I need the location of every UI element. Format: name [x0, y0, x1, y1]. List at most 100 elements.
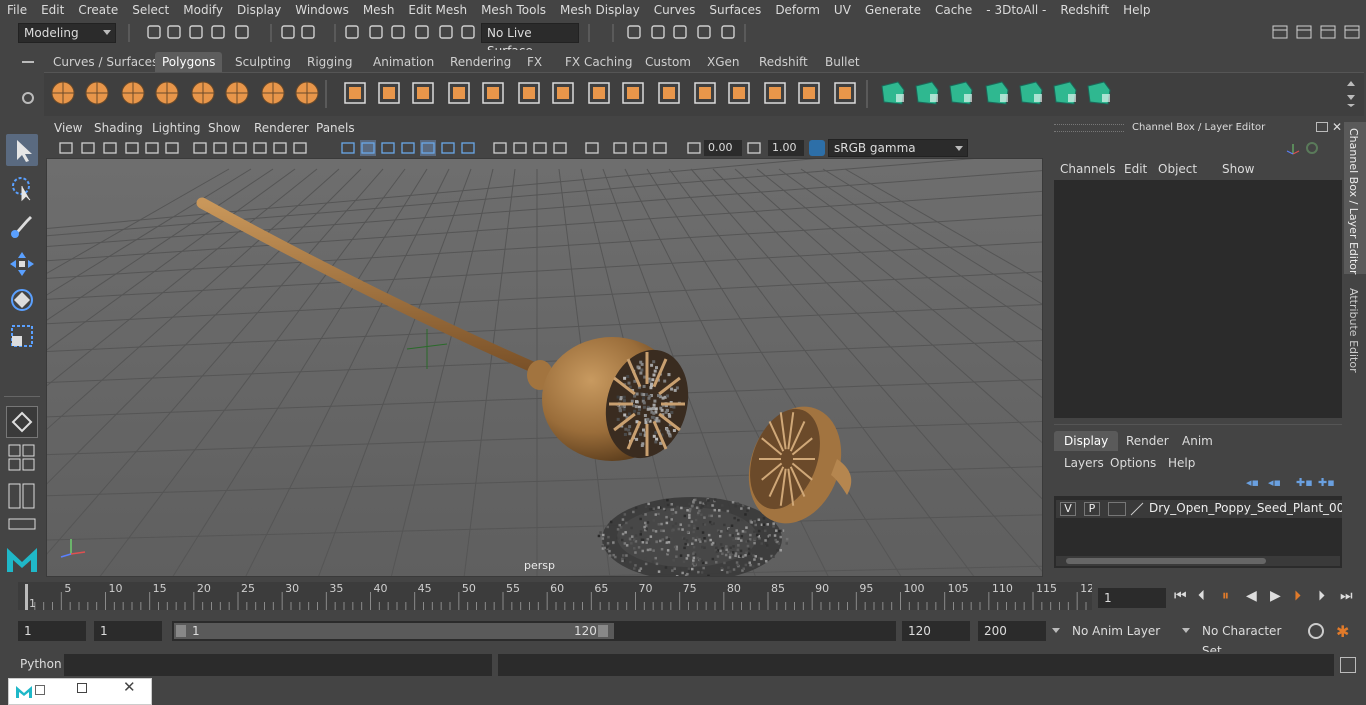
grid-icon[interactable]: [192, 140, 208, 156]
menu-item[interactable]: Redshift: [1053, 0, 1116, 20]
menu-item[interactable]: Display: [230, 0, 288, 20]
redo-icon[interactable]: [234, 24, 250, 40]
shelf-tab[interactable]: Rendering: [443, 52, 518, 72]
bookmark-icon[interactable]: [102, 140, 118, 156]
exposure-field[interactable]: 0.00: [704, 140, 742, 156]
layout-pane-icon[interactable]: [8, 518, 36, 530]
range-slider-left-grip[interactable]: [176, 625, 186, 637]
mode-dropdown[interactable]: Modeling: [18, 23, 116, 43]
render-settings-icon[interactable]: [696, 24, 712, 40]
menu-item[interactable]: Cache: [928, 0, 979, 20]
panel-grip[interactable]: [1054, 124, 1124, 132]
side-pane-icon[interactable]: [8, 482, 36, 510]
target-weld-icon[interactable]: [618, 78, 648, 108]
character-set-dropdown[interactable]: No Character Set: [1196, 621, 1300, 658]
viewport-menu-item[interactable]: Lighting: [152, 121, 201, 135]
hypershade-icon[interactable]: [720, 24, 736, 40]
gate-mask-icon[interactable]: [252, 140, 268, 156]
menu-item[interactable]: Mesh Tools: [474, 0, 553, 20]
poly-sphere-icon[interactable]: [48, 78, 78, 108]
move-layer-up-icon[interactable]: ◂▪: [1246, 476, 1259, 489]
workspace-icon[interactable]: [1272, 24, 1288, 40]
uv-spherical-icon[interactable]: [1016, 78, 1046, 108]
snap-point-icon[interactable]: [390, 24, 406, 40]
smooth-icon[interactable]: [444, 78, 474, 108]
anim-layer-dropdown[interactable]: No Anim Layer: [1066, 621, 1176, 641]
channel-box-layout-icon[interactable]: [1320, 24, 1336, 40]
poly-cube-icon[interactable]: [82, 78, 112, 108]
extrude-icon[interactable]: [514, 78, 544, 108]
layer-menu-item[interactable]: Layers: [1064, 456, 1104, 470]
shelf-tab[interactable]: Bullet: [818, 52, 867, 72]
step-back-frame-icon[interactable]: ⏸: [1222, 588, 1229, 604]
live-surface-field[interactable]: No Live Surface: [481, 23, 579, 58]
camera-attributes-icon[interactable]: [80, 140, 96, 156]
menu-item[interactable]: Create: [71, 0, 125, 20]
layer-tab[interactable]: Render: [1116, 431, 1179, 451]
rotate-tool-icon[interactable]: [6, 284, 38, 316]
menu-item[interactable]: Curves: [647, 0, 703, 20]
shelf-tab[interactable]: Rigging: [300, 52, 359, 72]
wireframe-on-shaded-icon[interactable]: [400, 140, 416, 156]
play-backwards-icon[interactable]: ◀: [1246, 588, 1257, 604]
menu-item[interactable]: Modify: [176, 0, 230, 20]
layer-tab[interactable]: Display: [1054, 431, 1119, 451]
menu-item[interactable]: Windows: [288, 0, 356, 20]
menu-item[interactable]: Mesh: [356, 0, 402, 20]
depth-of-field-icon[interactable]: [552, 140, 568, 156]
xray-icon[interactable]: [612, 140, 628, 156]
undo-icon[interactable]: [210, 24, 226, 40]
attribute-layout-icon[interactable]: [1344, 24, 1360, 40]
shelf-scroll-arrows[interactable]: [1344, 78, 1358, 108]
film-gate-icon[interactable]: [212, 140, 228, 156]
ipr-icon[interactable]: [672, 24, 688, 40]
menu-item[interactable]: Edit: [34, 0, 71, 20]
close-panel-icon[interactable]: ✕: [1332, 120, 1342, 134]
separate-icon[interactable]: [374, 78, 404, 108]
shelf-tab[interactable]: Animation: [366, 52, 441, 72]
side-tab-channel-box[interactable]: Channel Box / Layer Editor: [1344, 122, 1366, 275]
resolution-gate-icon[interactable]: [232, 140, 248, 156]
layer-scroll-thumb[interactable]: [1066, 558, 1266, 564]
restore-window-icon[interactable]: [35, 685, 45, 695]
poly-cone-icon[interactable]: [152, 78, 182, 108]
new-layer-icon[interactable]: ✚▪: [1296, 476, 1313, 489]
float-panel-icon[interactable]: [1316, 122, 1328, 132]
poly-torus-icon[interactable]: [222, 78, 252, 108]
go-to-end-icon[interactable]: ⏭: [1340, 588, 1353, 604]
channel-menu-item[interactable]: Show: [1222, 162, 1254, 176]
gamma-icon[interactable]: [746, 140, 762, 156]
playback-start-field[interactable]: 1: [94, 621, 162, 641]
combine-icon[interactable]: [340, 78, 370, 108]
viewport-menu-item[interactable]: Renderer: [254, 121, 309, 135]
anti-alias-icon[interactable]: [532, 140, 548, 156]
poly-cylinder-icon[interactable]: [118, 78, 148, 108]
playback-end-field[interactable]: 120: [902, 621, 970, 641]
layer-row[interactable]: V P Dry_Open_Poppy_Seed_Plant_001_lay: [1056, 500, 1342, 518]
channel-box-toggle-icon[interactable]: [1306, 142, 1318, 154]
animation-start-field[interactable]: 1: [18, 621, 86, 641]
snap-view-icon[interactable]: [414, 24, 430, 40]
poly-plane-icon[interactable]: [188, 78, 218, 108]
default-material-icon[interactable]: [380, 140, 396, 156]
scale-tool-icon[interactable]: [6, 320, 38, 352]
shelf-tab[interactable]: Sculpting: [228, 52, 298, 72]
move-layer-down-icon[interactable]: ◂▪: [1268, 476, 1281, 489]
merge-icon[interactable]: [690, 78, 720, 108]
viewport-menu-item[interactable]: Shading: [94, 121, 143, 135]
shelf-tab[interactable]: Polygons: [155, 52, 223, 72]
center-pivot-icon[interactable]: [878, 78, 908, 108]
menu-item[interactable]: Deform: [768, 0, 827, 20]
motion-blur-icon[interactable]: [512, 140, 528, 156]
poly-pipe-icon[interactable]: [292, 78, 322, 108]
command-input[interactable]: [64, 654, 492, 676]
open-scene-icon[interactable]: [166, 24, 182, 40]
smooth-shade-icon[interactable]: [360, 140, 376, 156]
snap-surface-icon[interactable]: [438, 24, 454, 40]
ipr-render-icon[interactable]: [650, 24, 666, 40]
safe-action-icon[interactable]: [292, 140, 308, 156]
animation-end-field[interactable]: 200: [978, 621, 1046, 641]
layer-menu-item[interactable]: Options: [1110, 456, 1156, 470]
channel-menu-item[interactable]: Channels: [1060, 162, 1116, 176]
menu-item[interactable]: File: [0, 0, 34, 20]
